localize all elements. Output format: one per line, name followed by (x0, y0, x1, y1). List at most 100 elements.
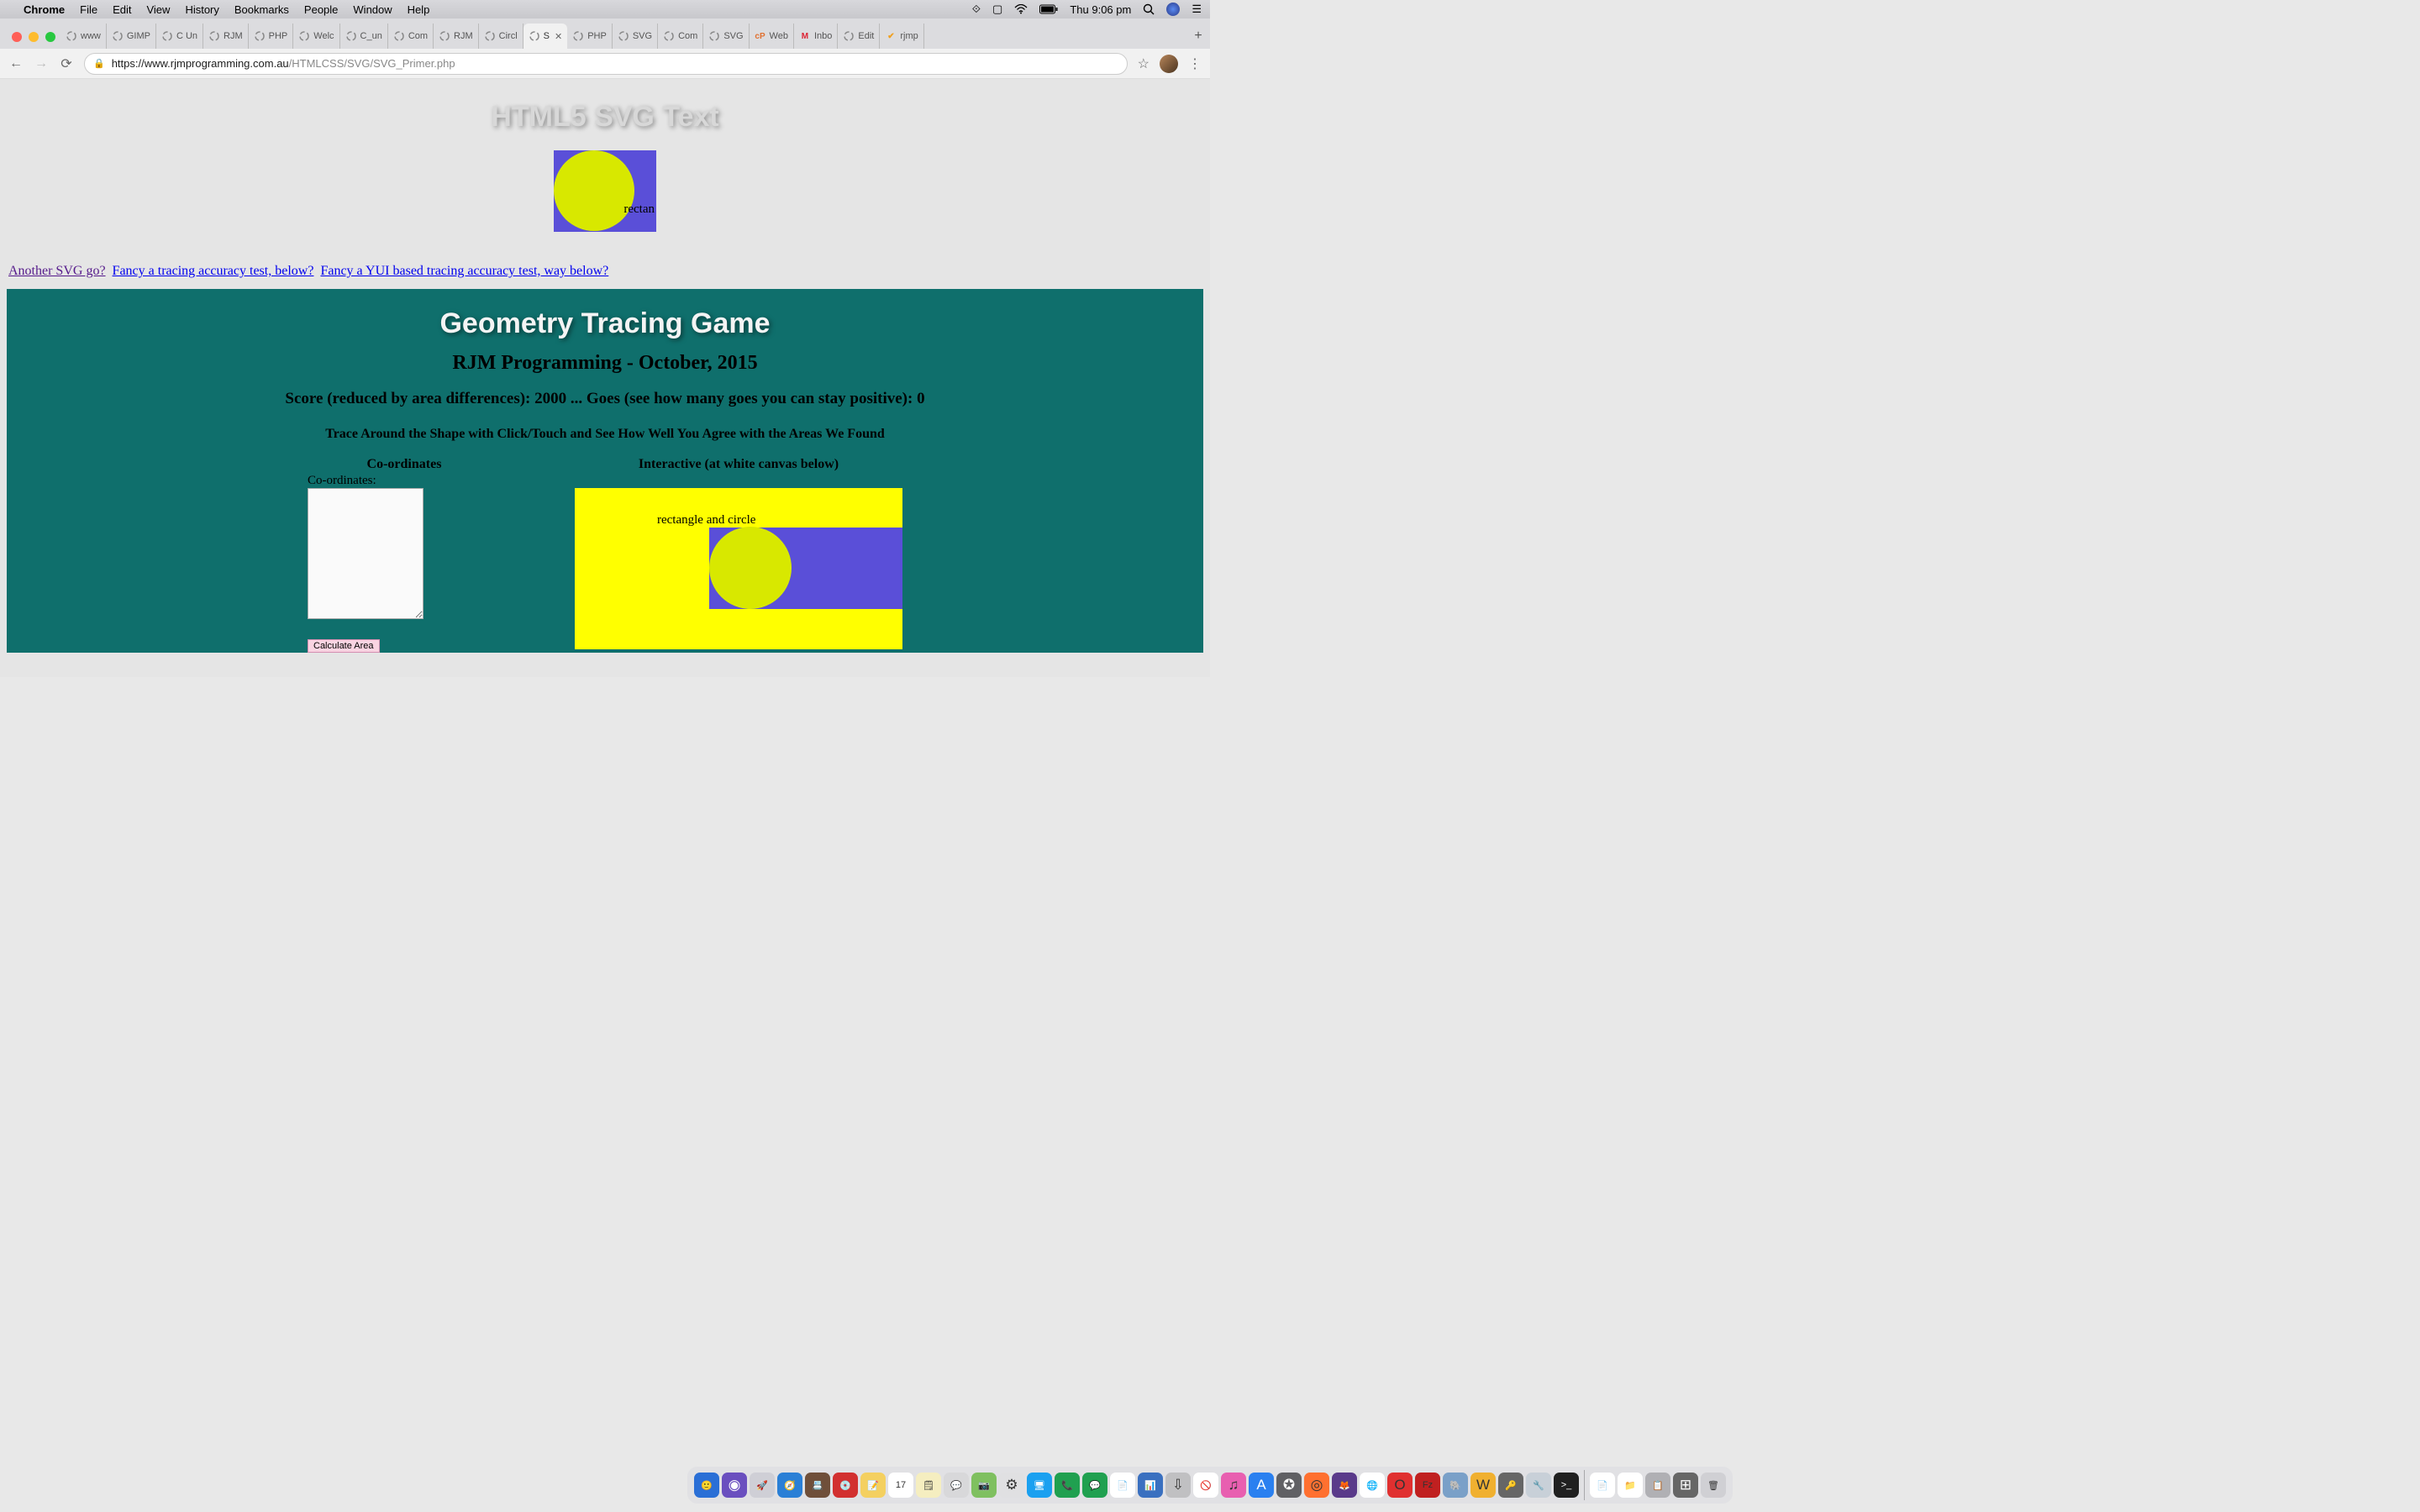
dock-app-icon[interactable]: 🚀 (750, 1473, 775, 1498)
browser-tab[interactable]: PHP (249, 24, 294, 49)
dock-app-icon[interactable]: ◎ (1304, 1473, 1329, 1498)
battery-icon[interactable] (1039, 4, 1058, 14)
dock-app-icon[interactable]: 🌐 (1360, 1473, 1385, 1498)
dock-app-icon[interactable]: ◉ (722, 1473, 747, 1498)
link-tracing-test[interactable]: Fancy a tracing accuracy test, below? (113, 264, 314, 278)
svg-circle (554, 150, 634, 231)
dock-app-icon[interactable]: A (1249, 1473, 1274, 1498)
calculate-area-button[interactable]: Calculate Area (308, 639, 380, 653)
dock-app-icon[interactable]: 🔧 (1526, 1473, 1551, 1498)
window-close-button[interactable] (12, 32, 22, 42)
siri-icon[interactable] (1166, 3, 1180, 16)
notification-center-icon[interactable]: ☰ (1192, 3, 1202, 16)
browser-tab[interactable]: SVG (703, 24, 749, 49)
window-maximize-button[interactable] (45, 32, 55, 42)
browser-tab[interactable]: C Un (156, 24, 203, 49)
menubar-app-name[interactable]: Chrome (24, 3, 65, 16)
dock-app-icon[interactable]: 💬 (944, 1473, 969, 1498)
coord-textarea[interactable] (308, 488, 424, 619)
dock-app-icon[interactable]: 🦊 (1332, 1473, 1357, 1498)
new-tab-button[interactable]: + (1186, 29, 1210, 49)
url-field[interactable]: 🔒 https://www.rjmprogramming.com.au/HTML… (84, 53, 1128, 75)
dock-app-icon[interactable]: 🗑 (1701, 1473, 1726, 1498)
chrome-menu-icon[interactable]: ⋮ (1188, 55, 1202, 72)
back-button[interactable]: ← (8, 56, 24, 71)
tab-label: GIMP (127, 31, 150, 41)
profile-avatar[interactable] (1160, 55, 1178, 73)
dock-app-icon[interactable]: ✪ (1276, 1473, 1302, 1498)
menu-file[interactable]: File (80, 3, 97, 16)
dock-app-icon[interactable]: Fz (1415, 1473, 1440, 1498)
menu-edit[interactable]: Edit (113, 3, 131, 16)
dock-app-icon[interactable]: 🚫 (1193, 1473, 1218, 1498)
browser-tab[interactable]: SVG (613, 24, 658, 49)
dock-app-icon[interactable]: 🔑 (1498, 1473, 1523, 1498)
dock-app-icon[interactable]: 17 (888, 1473, 913, 1498)
browser-tab[interactable]: C_un (340, 24, 388, 49)
canvas-area[interactable]: rectangle and circle (575, 488, 902, 649)
airplay-icon[interactable]: ▢ (992, 3, 1002, 16)
dock-app-icon[interactable]: 📷 (971, 1473, 997, 1498)
browser-tab[interactable]: Circl (479, 24, 523, 49)
dock-app-icon[interactable]: 💿 (833, 1473, 858, 1498)
browser-tab[interactable]: S✕ (523, 24, 568, 49)
dock-app-icon[interactable]: 🙂 (694, 1473, 719, 1498)
menu-view[interactable]: View (146, 3, 170, 16)
menu-help[interactable]: Help (408, 3, 430, 16)
browser-tab[interactable]: RJM (203, 24, 249, 49)
tab-label: SVG (723, 31, 743, 41)
menubar-clock[interactable]: Thu 9:06 pm (1070, 3, 1131, 16)
menu-history[interactable]: History (185, 3, 218, 16)
dock-app-icon[interactable]: 📇 (805, 1473, 830, 1498)
tab-label: SVG (633, 31, 652, 41)
dock-app-icon[interactable]: 📊 (1138, 1473, 1163, 1498)
browser-tab[interactable]: MInbo (794, 24, 838, 49)
tab-favicon-icon (393, 30, 405, 42)
dock-separator (1584, 1470, 1585, 1500)
link-yui-tracing[interactable]: Fancy a YUI based tracing accuracy test,… (320, 264, 608, 278)
link-another-svg[interactable]: Another SVG go? (8, 264, 106, 278)
dock-app-icon[interactable]: ⚙ (999, 1473, 1024, 1498)
dock-app-icon[interactable]: ♫ (1221, 1473, 1246, 1498)
browser-tab[interactable]: Com (658, 24, 703, 49)
menu-window[interactable]: Window (353, 3, 392, 16)
wifi-icon[interactable] (1014, 4, 1028, 14)
dock-app-icon[interactable]: W (1470, 1473, 1496, 1498)
browser-tab[interactable]: cPWeb (750, 24, 794, 49)
dock-app-icon[interactable]: 🐘 (1443, 1473, 1468, 1498)
dock-app-icon[interactable]: 🗒 (916, 1473, 941, 1498)
dock-app-icon[interactable]: 📄 (1110, 1473, 1135, 1498)
browser-tab[interactable]: www (60, 24, 107, 49)
bookmark-star-icon[interactable]: ☆ (1138, 55, 1150, 72)
forward-button[interactable]: → (34, 56, 49, 71)
browser-tab[interactable]: PHP (567, 24, 613, 49)
dock-app-icon[interactable]: 📞 (1055, 1473, 1080, 1498)
browser-tab[interactable]: GIMP (107, 24, 156, 49)
tab-favicon-icon (663, 30, 675, 42)
dock-app-icon[interactable]: 🖥 (1027, 1473, 1052, 1498)
dock-app-icon[interactable]: 📋 (1645, 1473, 1670, 1498)
browser-tab[interactable]: Edit (838, 24, 880, 49)
dock-app-icon[interactable]: 📄 (1590, 1473, 1615, 1498)
browser-tab[interactable]: ✔rjmp (880, 24, 923, 49)
dock-app-icon[interactable]: 📁 (1618, 1473, 1643, 1498)
dock-app-icon[interactable]: O (1387, 1473, 1413, 1498)
tab-label: Welc (313, 31, 334, 41)
dock-app-icon[interactable]: 🧭 (777, 1473, 802, 1498)
dock-app-icon[interactable]: 📝 (860, 1473, 886, 1498)
reload-button[interactable]: ⟳ (59, 55, 74, 72)
browser-tab[interactable]: Welc (293, 24, 339, 49)
window-minimize-button[interactable] (29, 32, 39, 42)
dock-app-icon[interactable]: ⊞ (1673, 1473, 1698, 1498)
tab-close-icon[interactable]: ✕ (555, 31, 562, 42)
menu-bookmarks[interactable]: Bookmarks (234, 3, 289, 16)
browser-tab[interactable]: Com (388, 24, 434, 49)
menu-people[interactable]: People (304, 3, 338, 16)
dock-app-icon[interactable]: >_ (1554, 1473, 1579, 1498)
browser-tab[interactable]: RJM (434, 24, 479, 49)
spotlight-icon[interactable] (1143, 3, 1155, 15)
dock-app-icon[interactable]: 💬 (1082, 1473, 1107, 1498)
tab-favicon-icon: M (799, 30, 811, 42)
status-icon[interactable]: ⟐ (972, 3, 981, 16)
dock-app-icon[interactable]: ⇩ (1165, 1473, 1191, 1498)
